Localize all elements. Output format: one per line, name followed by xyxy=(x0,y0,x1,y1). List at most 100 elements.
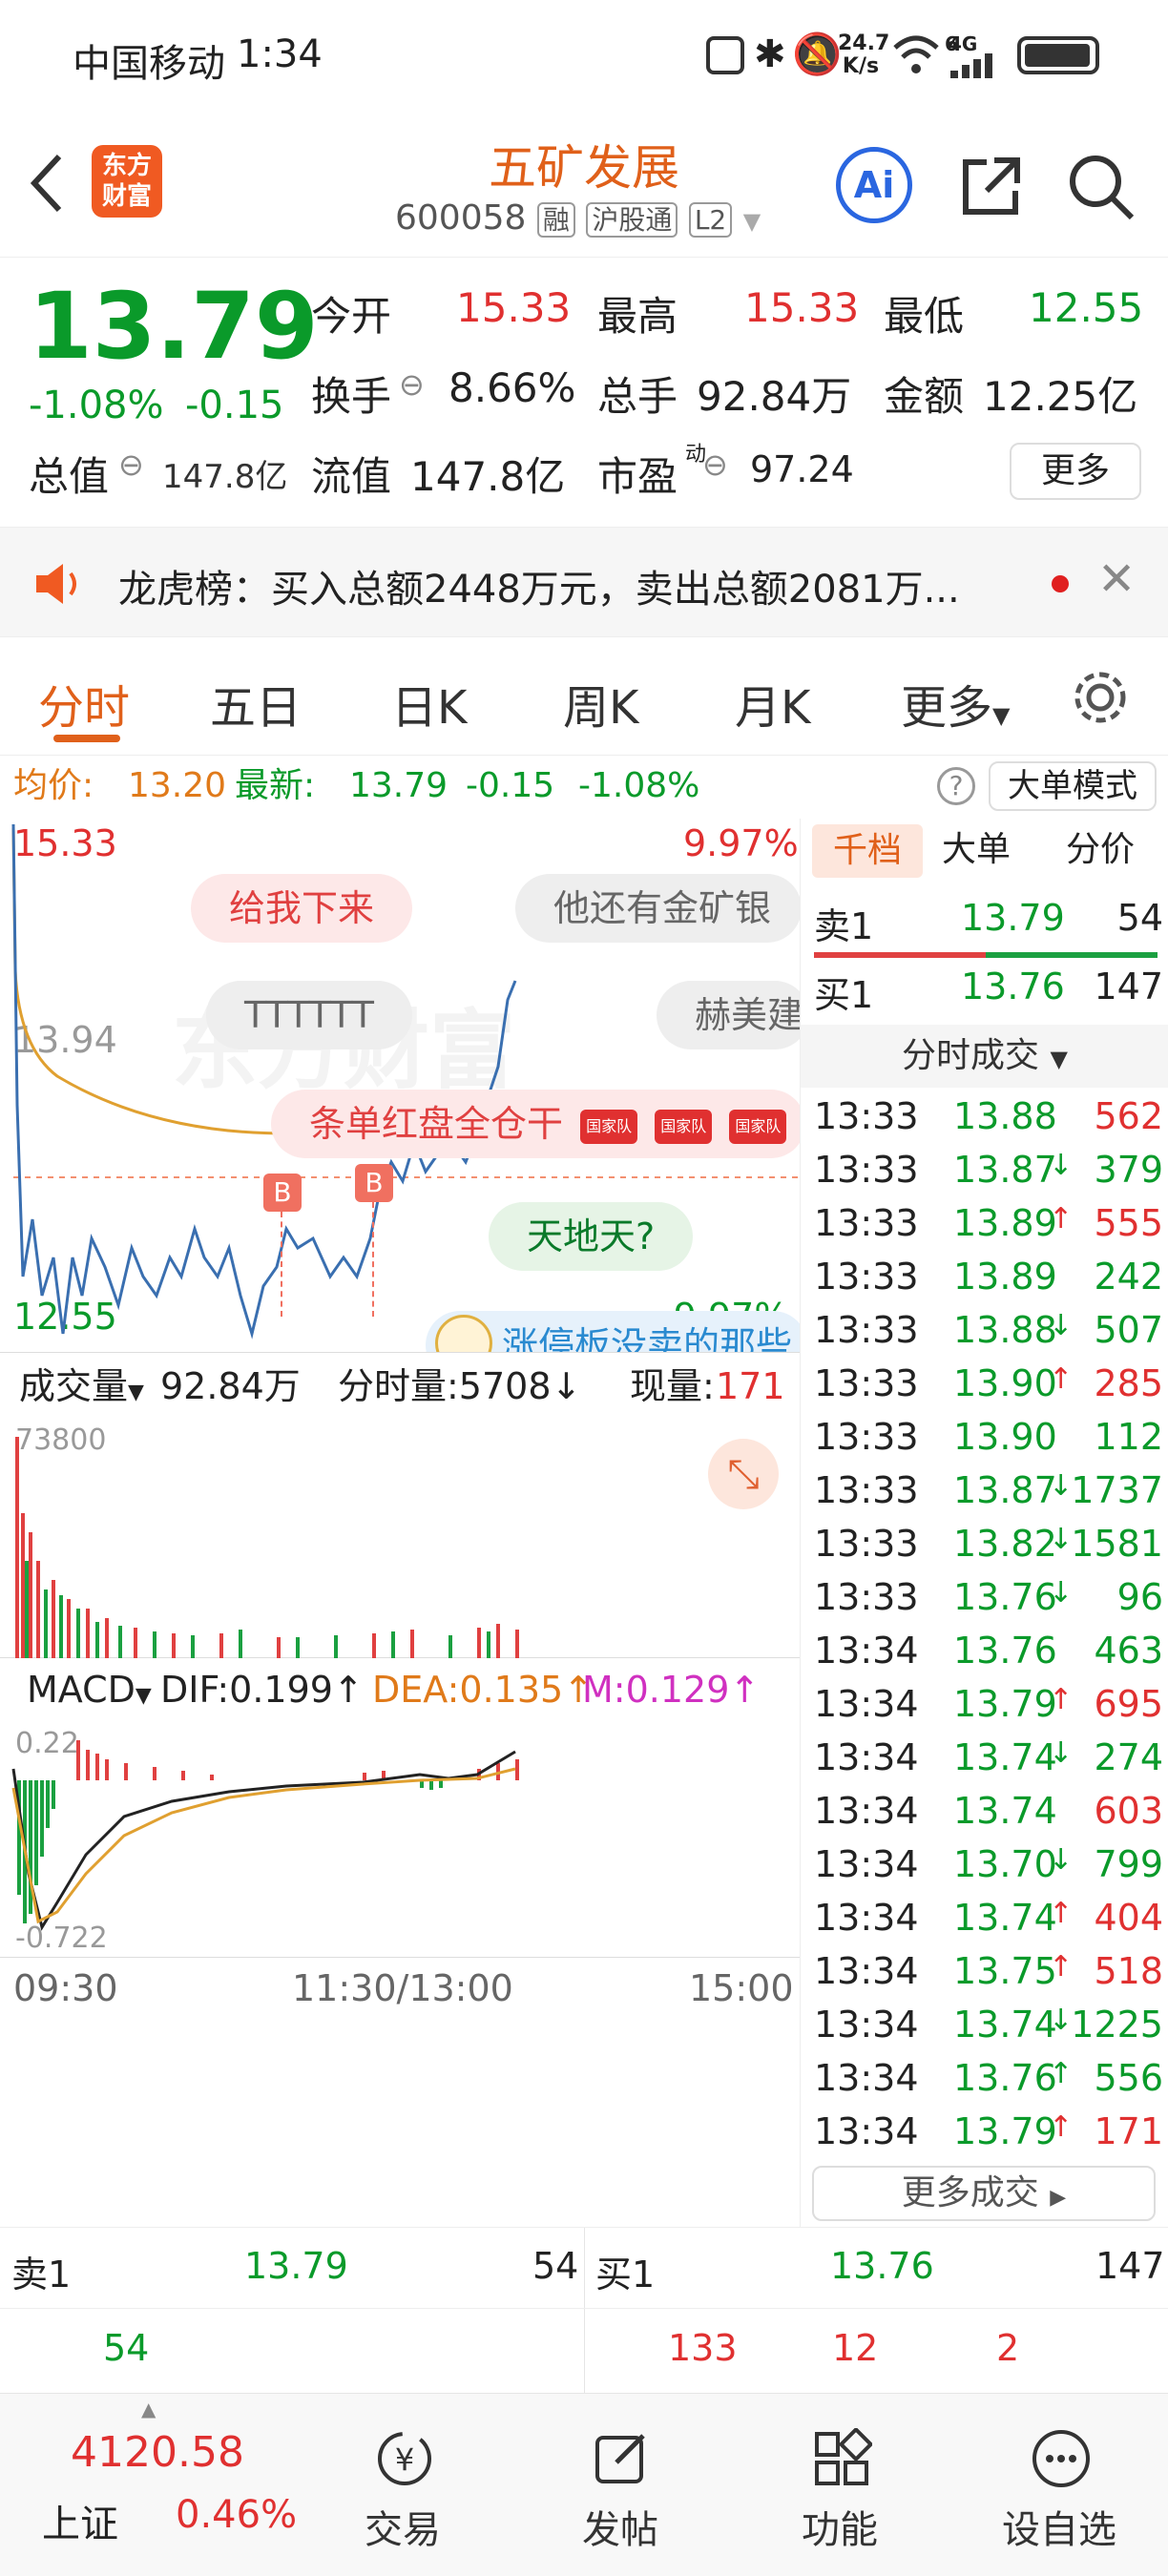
tick-price: 13.76 xyxy=(953,2057,1057,2099)
net-type: 4G xyxy=(949,32,978,55)
tick-time: 13:34 xyxy=(814,1630,919,1672)
avg-label: 均价: xyxy=(13,766,94,805)
mktcap-info-icon[interactable]: ⊖ xyxy=(118,447,144,483)
nfc-icon xyxy=(706,36,744,74)
active-tab-indicator xyxy=(53,735,120,742)
more-ticks-button[interactable]: 更多成交 ▶ xyxy=(812,2166,1156,2221)
function-grid-icon xyxy=(815,2428,872,2485)
volume-selector[interactable]: 成交量▼ xyxy=(19,1355,144,1424)
turnover-value: 8.66% xyxy=(448,364,576,411)
bullet-comment[interactable]: 他还有金矿银 xyxy=(515,874,800,943)
b-marker[interactable]: B xyxy=(263,1174,302,1212)
turnover-info-icon[interactable]: ⊖ xyxy=(399,366,425,403)
tick-price: 13.90 xyxy=(953,1416,1057,1458)
search-icon[interactable] xyxy=(1067,153,1136,221)
tab-intraday[interactable]: 分时 xyxy=(38,670,130,737)
buy-strength-bar xyxy=(986,952,1158,958)
tick-price: 13.74 xyxy=(953,2004,1057,2046)
mute-icon: 🔕 xyxy=(792,31,843,77)
battery-icon xyxy=(1017,36,1099,74)
clock: 1:34 xyxy=(237,32,323,76)
tick-volume: 695 xyxy=(1094,1683,1163,1725)
tick-arrow: ↓ xyxy=(1049,1469,1074,1503)
tick-volume: 分时量:5708↓ xyxy=(338,1365,582,1407)
period-tabs: 分时 五日 日K 周K 月K 更多▼ xyxy=(0,637,1168,756)
tick-time: 13:34 xyxy=(814,2110,919,2152)
intraday-chart-area: 均价: 13.20 最新: 13.79 -0.15 -1.08% ? 大单模式 … xyxy=(0,756,1157,2227)
tab-monthly-k[interactable]: 月K xyxy=(735,670,810,737)
bottom-sell-volume: 54 xyxy=(532,2245,579,2287)
tab-big-order[interactable]: 大单 xyxy=(942,819,1011,882)
tick-row: 13:33 13.90 112 xyxy=(810,1416,1163,1469)
bullet-comment-flags[interactable]: 条单红盘全仓干 国家队 国家队 国家队 xyxy=(271,1090,800,1158)
tick-row: 13:33 13.88 562 xyxy=(810,1095,1163,1149)
volume-chart[interactable]: 73800 ⤡ xyxy=(0,1418,800,1658)
tick-volume: 404 xyxy=(1094,1897,1163,1939)
tick-row: 13:34 13.74 ↑ 404 xyxy=(810,1897,1163,1950)
ticks-header[interactable]: 分时成交 ▼ xyxy=(801,1025,1168,1088)
pe-info-icon[interactable]: ⊖ xyxy=(702,447,728,483)
bullet-comment[interactable]: 天地天? xyxy=(489,1202,694,1271)
share-icon[interactable] xyxy=(958,153,1025,219)
tab-price-dist[interactable]: 分价 xyxy=(1066,819,1135,882)
unread-dot xyxy=(1052,575,1069,592)
nav-add-watchlist[interactable]: 设自选 xyxy=(983,2394,1136,2576)
time-axis-mid: 11:30/13:00 xyxy=(292,1967,513,2009)
price-chart[interactable]: 东方财富 15.33 9.97% 13.94 12.55 -9.97% 给我下来… xyxy=(0,819,800,1353)
tick-time: 13:34 xyxy=(814,2004,919,2046)
dropdown-icon[interactable]: ▼ xyxy=(743,208,761,235)
index-widget[interactable]: ▲ 4120.58 上证 0.46% xyxy=(0,2394,297,2576)
bullet-comment[interactable]: 给我下来 xyxy=(191,874,413,943)
tick-time: 13:33 xyxy=(814,1576,919,1618)
b-marker[interactable]: B xyxy=(355,1164,393,1202)
index-value: 4120.58 xyxy=(71,2428,244,2477)
tick-arrow: ↓ xyxy=(1049,1149,1074,1182)
flag-icon: 国家队 xyxy=(580,1109,638,1144)
bullet-comment[interactable]: 赫美建 xyxy=(657,981,800,1049)
tab-weekly-k[interactable]: 周K xyxy=(563,670,638,737)
bullet-comment[interactable]: TTTTTT xyxy=(206,981,412,1049)
buy1-price: 13.76 xyxy=(961,966,1065,1008)
b-marker-line xyxy=(372,1202,374,1317)
tab-depth[interactable]: 千档 xyxy=(812,824,923,878)
macd-selector[interactable]: MACD▼ xyxy=(27,1658,152,1728)
net-speed: 24.7 K/s xyxy=(838,31,890,78)
dragon-tiger-notice[interactable]: 龙虎榜：买入总额2448万元，卖出总额2081万... ✕ xyxy=(0,527,1168,637)
tick-price: 13.87 xyxy=(953,1469,1057,1511)
big-order-mode-button[interactable]: 大单模式 xyxy=(989,761,1157,811)
help-icon[interactable]: ? xyxy=(937,767,975,805)
tick-time: 13:33 xyxy=(814,1256,919,1298)
tab-more[interactable]: 更多▼ xyxy=(901,670,1010,737)
tick-price: 13.79 xyxy=(953,1683,1057,1725)
tick-arrow: ↑ xyxy=(1049,1202,1074,1236)
tick-price: 13.89 xyxy=(953,1202,1057,1244)
bottom-order-summary: 卖1 13.79 54 买1 13.76 147 54 133 12 2 xyxy=(0,2227,1168,2394)
volume-total: 92.84万 xyxy=(160,1365,301,1407)
more-button[interactable]: 更多 xyxy=(1010,443,1141,500)
tick-time: 13:34 xyxy=(814,1790,919,1832)
macd-chart[interactable]: 0.22 -0.722 xyxy=(0,1721,800,1958)
settings-gear-icon[interactable] xyxy=(1071,668,1130,727)
order-tabs: 千档 大单 分价 xyxy=(804,819,1167,882)
tick-price: 13.76 xyxy=(953,1576,1057,1618)
float-value: 147.8亿 xyxy=(410,453,566,500)
tab-five-day[interactable]: 五日 xyxy=(210,670,302,737)
wifi-icon xyxy=(893,35,939,73)
nav-post[interactable]: 发帖 xyxy=(544,2394,697,2576)
tick-price: 13.88 xyxy=(953,1095,1057,1137)
tick-time: 13:33 xyxy=(814,1202,919,1244)
tick-volume: 555 xyxy=(1094,1202,1163,1244)
tick-price: 13.74 xyxy=(953,1790,1057,1832)
tick-list: 13:33 13.88 562 13:33 13.87 ↓ 379 13:33 13.89 ↑ 55… xyxy=(801,1095,1168,2164)
nav-function[interactable]: 功能 xyxy=(763,2394,916,2576)
nav-trade[interactable]: ¥ 交易 xyxy=(326,2394,479,2576)
close-icon[interactable]: ✕ xyxy=(1097,552,1136,606)
ai-button[interactable]: Ai xyxy=(836,147,912,223)
bottom-buy-volume: 147 xyxy=(1095,2245,1165,2287)
tick-price: 13.89 xyxy=(953,1256,1057,1298)
avg-value: 13.20 xyxy=(128,766,227,805)
tick-price: 13.70 xyxy=(953,1843,1057,1885)
tab-daily-k[interactable]: 日K xyxy=(391,670,467,737)
tick-arrow: ↑ xyxy=(1049,2110,1074,2144)
tick-time: 13:33 xyxy=(814,1523,919,1565)
